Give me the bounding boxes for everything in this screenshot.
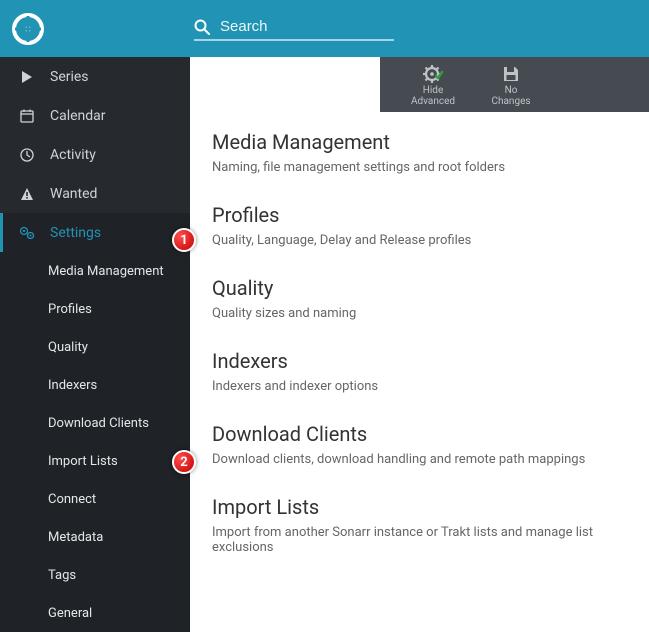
nav-label: Calendar [50,108,106,124]
tool-label-line1: Hide [423,85,444,96]
subnav-connect[interactable]: Connect [0,480,190,518]
section-import-lists[interactable]: Import Lists Import from another Sonarr … [212,495,627,555]
section-title: Quality [212,276,627,300]
search-field[interactable] [194,16,394,41]
section-desc: Quality, Language, Delay and Release pro… [212,233,627,248]
subnav-tags[interactable]: Tags [0,556,190,594]
topbar [0,0,649,57]
hide-advanced-button[interactable]: Hide Advanced [408,63,458,107]
subnav-indexers[interactable]: Indexers [0,366,190,404]
section-media-management[interactable]: Media Management Naming, file management… [212,130,627,175]
nav-label: Series [50,69,89,85]
search-input[interactable] [220,18,380,35]
toolbar: Hide Advanced No Changes [380,57,649,112]
annotation-marker-1: 1 [172,228,196,252]
subnav-import-lists[interactable]: Import Lists [0,442,190,480]
section-title: Import Lists [212,495,627,519]
section-indexers[interactable]: Indexers Indexers and indexer options [212,349,627,394]
subnav-media-management[interactable]: Media Management [0,252,190,290]
section-title: Media Management [212,130,627,154]
section-desc: Import from another Sonarr instance or T… [212,525,627,555]
section-desc: Indexers and indexer options [212,379,627,394]
section-desc: Download clients, download handling and … [212,452,627,467]
search-icon [194,19,210,35]
nav-label: Activity [50,147,96,163]
no-changes-button[interactable]: No Changes [486,63,536,107]
annotation-marker-2: 2 [172,450,196,474]
clock-icon [18,148,36,162]
settings-content: Media Management Naming, file management… [190,112,649,632]
nav-label: Settings [50,225,101,241]
tool-label-line1: No [505,85,518,96]
app-logo[interactable] [12,13,44,45]
section-download-clients[interactable]: Download Clients Download clients, downl… [212,422,627,467]
main: Hide Advanced No Changes Media Managemen… [190,57,649,632]
alert-icon [18,187,36,201]
tool-label-line2: Changes [491,96,530,107]
section-quality[interactable]: Quality Quality sizes and naming [212,276,627,321]
section-title: Profiles [212,203,627,227]
section-desc: Naming, file management settings and roo… [212,160,627,175]
save-icon [502,63,520,85]
section-title: Download Clients [212,422,627,446]
settings-submenu: Media Management Profiles Quality Indexe… [0,252,190,632]
calendar-icon [18,109,36,123]
nav-label: Wanted [50,186,97,202]
nav-wanted[interactable]: Wanted [0,174,190,213]
play-icon [18,71,36,83]
section-desc: Quality sizes and naming [212,306,627,321]
nav-series[interactable]: Series [0,57,190,96]
section-title: Indexers [212,349,627,373]
nav-calendar[interactable]: Calendar [0,96,190,135]
section-profiles[interactable]: Profiles Quality, Language, Delay and Re… [212,203,627,248]
tool-label-line2: Advanced [411,96,455,107]
gear-check-icon [422,63,444,85]
subnav-download-clients[interactable]: Download Clients [0,404,190,442]
nav-settings[interactable]: Settings [0,213,190,252]
subnav-metadata[interactable]: Metadata [0,518,190,556]
gears-icon [18,226,36,240]
subnav-profiles[interactable]: Profiles [0,290,190,328]
nav-activity[interactable]: Activity [0,135,190,174]
subnav-general[interactable]: General [0,594,190,632]
sidebar: Series Calendar Activity Wanted [0,57,190,632]
subnav-quality[interactable]: Quality [0,328,190,366]
